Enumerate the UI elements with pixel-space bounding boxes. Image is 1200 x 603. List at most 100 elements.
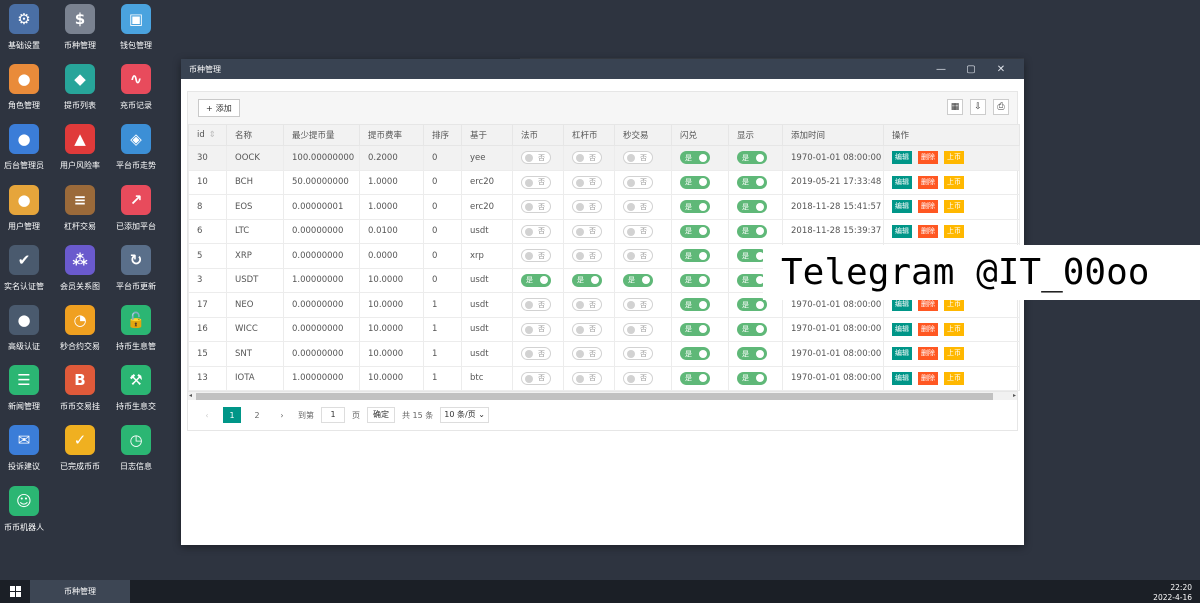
add-button[interactable]: + 添加 xyxy=(198,99,240,117)
desktop-icon-deposit-chart[interactable]: ∿ 充币记录 xyxy=(109,64,163,111)
scroll-left-icon[interactable]: ◂ xyxy=(189,392,192,399)
edit-button[interactable]: 编辑 xyxy=(892,322,912,336)
second-trade-switch[interactable]: 否 xyxy=(623,298,653,312)
list-coin-button[interactable]: 上币 xyxy=(944,347,964,361)
maximize-button[interactable]: ▢ xyxy=(956,64,986,75)
fiat-switch[interactable]: 否 xyxy=(521,322,551,336)
second-trade-switch[interactable]: 否 xyxy=(623,249,653,263)
table-row[interactable]: 8 EOS 0.00000001 1.0000 0 erc20 否 否 否 是 是 2018-11-2… xyxy=(188,194,1020,220)
desktop-icon-id-verify[interactable]: ✔ 实名认证管 xyxy=(0,244,51,292)
desktop-icon-log[interactable]: ◷ 日志信息 xyxy=(109,425,163,472)
list-coin-button[interactable]: 上币 xyxy=(944,322,964,336)
desktop-icon-unlock[interactable]: 🔓 持币生息管 xyxy=(109,305,163,352)
export-icon[interactable]: ⇩ xyxy=(970,99,986,115)
columns-filter-icon[interactable]: ▦ xyxy=(947,99,963,115)
fiat-switch[interactable]: 否 xyxy=(521,249,551,263)
desktop-icon-wallet[interactable]: ▣ 钱包管理 xyxy=(109,4,163,51)
delete-button[interactable]: 删除 xyxy=(918,224,938,238)
delete-button[interactable]: 删除 xyxy=(918,200,938,214)
lever-switch[interactable]: 否 xyxy=(572,224,602,238)
lever-switch[interactable]: 否 xyxy=(572,298,602,312)
desktop-icon-network[interactable]: ⁂ 会员关系图 xyxy=(53,244,107,292)
display-switch[interactable]: 是 xyxy=(737,175,767,189)
display-switch[interactable]: 是 xyxy=(737,298,767,312)
display-switch[interactable]: 是 xyxy=(737,322,767,336)
fiat-switch[interactable]: 否 xyxy=(521,347,551,361)
lever-switch[interactable]: 是 xyxy=(572,273,602,287)
table-row[interactable]: 16 WICC 0.00000000 10.0000 1 usdt 否 否 否 是 是 1970-01… xyxy=(188,316,1020,342)
delete-button[interactable]: 删除 xyxy=(918,175,938,189)
delete-button[interactable]: 删除 xyxy=(918,371,938,385)
display-switch[interactable]: 是 xyxy=(737,151,767,165)
desktop-icon-stopwatch[interactable]: ◔ 秒合约交易 xyxy=(53,305,107,352)
close-button[interactable]: ✕ xyxy=(986,64,1016,75)
lever-switch[interactable]: 否 xyxy=(572,151,602,165)
page-1-button[interactable]: 1 xyxy=(223,407,241,423)
flash-exchange-switch[interactable]: 是 xyxy=(680,249,710,263)
desktop-icon-stack[interactable]: ≡ 杠杆交易 xyxy=(53,184,107,232)
desktop-icon-layers[interactable]: ◈ 平台币走势 xyxy=(109,124,163,171)
fiat-switch[interactable]: 否 xyxy=(521,175,551,189)
desktop-icon-cloud-refresh[interactable]: ↻ 平台币更新 xyxy=(109,244,163,292)
scroll-right-icon[interactable]: ▸ xyxy=(1013,392,1016,399)
print-icon[interactable]: ⎙ xyxy=(993,99,1009,115)
edit-button[interactable]: 编辑 xyxy=(892,298,912,312)
scrollbar-thumb[interactable] xyxy=(196,393,993,400)
display-switch[interactable]: 是 xyxy=(737,347,767,361)
delete-button[interactable]: 删除 xyxy=(918,347,938,361)
lever-switch[interactable]: 否 xyxy=(572,322,602,336)
flash-exchange-switch[interactable]: 是 xyxy=(680,151,710,165)
second-trade-switch[interactable]: 否 xyxy=(623,347,653,361)
list-coin-button[interactable]: 上币 xyxy=(944,371,964,385)
display-switch[interactable]: 是 xyxy=(737,371,767,385)
flash-exchange-switch[interactable]: 是 xyxy=(680,200,710,214)
fiat-switch[interactable]: 否 xyxy=(521,371,551,385)
edit-button[interactable]: 编辑 xyxy=(892,175,912,189)
sort-icon[interactable]: ⇕ xyxy=(209,130,216,140)
taskbar-item-coin-management[interactable]: 币种管理 xyxy=(30,580,130,603)
lever-switch[interactable]: 否 xyxy=(572,200,602,214)
next-page-button[interactable]: › xyxy=(273,407,291,423)
page-2-button[interactable]: 2 xyxy=(248,407,266,423)
list-coin-button[interactable]: 上币 xyxy=(944,151,964,165)
desktop-icon-dollar[interactable]: $ 币种管理 xyxy=(53,4,107,51)
fiat-switch[interactable]: 是 xyxy=(521,273,551,287)
flash-exchange-switch[interactable]: 是 xyxy=(680,322,710,336)
desktop-icon-hammer[interactable]: ⚒ 持币生息交 xyxy=(109,365,163,412)
page-number-input[interactable]: 1 xyxy=(321,407,345,423)
table-row[interactable]: 30 OOCK 100.00000000 0.2000 0 yee 否 否 否 是 是 1970-01… xyxy=(188,145,1020,171)
desktop-icon-alarm[interactable]: ▲ 用户风险率 xyxy=(53,124,107,171)
minimize-button[interactable]: — xyxy=(926,64,956,75)
fiat-switch[interactable]: 否 xyxy=(521,200,551,214)
fiat-switch[interactable]: 否 xyxy=(521,224,551,238)
edit-button[interactable]: 编辑 xyxy=(892,347,912,361)
flash-exchange-switch[interactable]: 是 xyxy=(680,224,710,238)
delete-button[interactable]: 删除 xyxy=(918,298,938,312)
desktop-icon-bitcoin[interactable]: B 币币交易挂 xyxy=(53,365,107,412)
delete-button[interactable]: 删除 xyxy=(918,151,938,165)
second-trade-switch[interactable]: 否 xyxy=(623,224,653,238)
flash-exchange-switch[interactable]: 是 xyxy=(680,298,710,312)
desktop-icon-trend[interactable]: ↗ 已添加平台 xyxy=(109,184,163,232)
start-icon[interactable] xyxy=(10,586,21,597)
desktop-icon-feedback[interactable]: ✉ 投诉建议 xyxy=(0,425,51,472)
desktop-icon-check-box[interactable]: ✓ 已完成币币 xyxy=(53,425,107,472)
desktop-icon-roles[interactable]: ● 角色管理 xyxy=(0,64,51,111)
lever-switch[interactable]: 否 xyxy=(572,347,602,361)
desktop-icon-withdraw[interactable]: ◆ 提币列表 xyxy=(53,64,107,111)
list-coin-button[interactable]: 上币 xyxy=(944,200,964,214)
desktop-icon-news[interactable]: ☰ 新闻管理 xyxy=(0,365,51,412)
flash-exchange-switch[interactable]: 是 xyxy=(680,175,710,189)
display-switch[interactable]: 是 xyxy=(737,200,767,214)
list-coin-button[interactable]: 上币 xyxy=(944,175,964,189)
horizontal-scrollbar[interactable]: ◂ ▸ xyxy=(188,391,1017,400)
lever-switch[interactable]: 否 xyxy=(572,249,602,263)
fiat-switch[interactable]: 否 xyxy=(521,298,551,312)
edit-button[interactable]: 编辑 xyxy=(892,371,912,385)
second-trade-switch[interactable]: 否 xyxy=(623,322,653,336)
page-size-select[interactable]: 10 条/页 ⌄ xyxy=(440,407,489,423)
column-header[interactable]: id ⇕ xyxy=(188,124,227,146)
desktop-icon-user[interactable]: ● 用户管理 xyxy=(0,184,51,232)
second-trade-switch[interactable]: 否 xyxy=(623,371,653,385)
flash-exchange-switch[interactable]: 是 xyxy=(680,273,710,287)
